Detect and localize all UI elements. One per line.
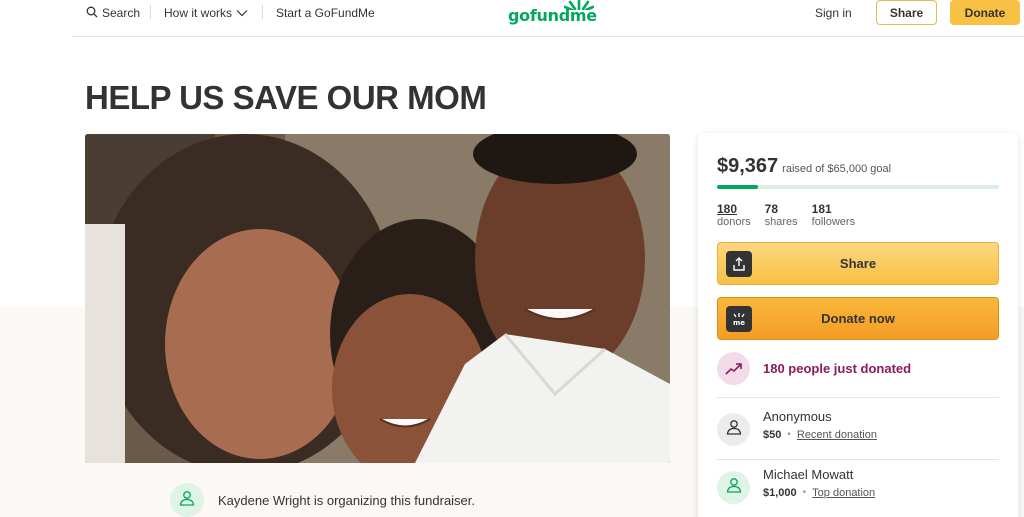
gofundme-me-icon: me — [726, 306, 752, 332]
donor-name: Anonymous — [763, 409, 832, 424]
donor-name: Michael Mowatt — [763, 467, 854, 482]
progress-bar — [717, 185, 999, 189]
bullet-separator: • — [787, 429, 791, 440]
stat-value: 181 — [811, 202, 832, 216]
stat-shares: 78 shares — [765, 202, 798, 229]
organizer-text: Kaydene Wright is organizing this fundra… — [218, 492, 476, 508]
campaign-title: HELP US SAVE OUR MOM — [85, 79, 487, 116]
organizer-avatar — [170, 483, 204, 517]
goal-text: raised of $65,000 goal — [782, 163, 892, 175]
donation-item: Michael Mowatt $1,000 • Top donation — [717, 466, 875, 504]
raised-summary: $9,367 raised of $65,000 goal — [717, 155, 891, 178]
divider — [717, 459, 999, 460]
donation-item: Anonymous $50 • Recent donation — [717, 408, 877, 446]
recent-donation-link[interactable]: Recent donation — [797, 425, 877, 445]
donate-now-label: Donate now — [821, 311, 895, 326]
user-heart-icon — [725, 476, 743, 499]
share-upload-icon — [726, 251, 752, 277]
donor-avatar — [717, 471, 750, 504]
donation-amount: $50 — [763, 429, 782, 441]
svg-text:me: me — [733, 319, 745, 326]
share-button-label: Share — [839, 256, 877, 271]
start-gofundme-link[interactable]: Start a GoFundMe — [276, 5, 375, 21]
sign-in-link[interactable]: Sign in — [815, 5, 852, 21]
donate-now-button[interactable]: me Donate now — [717, 297, 999, 340]
stat-label: shares — [764, 216, 798, 228]
stat-label: followers — [811, 216, 856, 228]
user-heart-icon — [725, 418, 743, 441]
campaign-photo-illustration — [85, 134, 670, 463]
user-heart-icon — [178, 489, 196, 512]
divider — [717, 397, 999, 398]
nav-separator — [150, 5, 151, 19]
progress-bar-fill — [717, 185, 758, 189]
raised-amount: $9,367 — [717, 155, 779, 177]
nav-separator — [262, 5, 263, 19]
search-icon — [86, 6, 98, 21]
share-button[interactable]: Share — [717, 242, 999, 285]
how-it-works-menu[interactable]: How it works — [164, 5, 248, 21]
stat-value: 78 — [764, 202, 778, 216]
donor-avatar — [717, 413, 750, 446]
header-donate-button[interactable]: Donate — [950, 0, 1020, 25]
organizer-row: Kaydene Wright is organizing this fundra… — [170, 483, 475, 517]
bullet-separator: • — [802, 487, 807, 498]
chevron-down-icon — [236, 6, 248, 20]
donation-sidebar-card: $9,367 raised of $65,000 goal 180 donors… — [698, 133, 1018, 517]
campaign-stats: 180 donors 78 shares 181 followers — [717, 202, 855, 229]
donation-amount: $1,000 — [763, 487, 797, 499]
trend-text: 180 people just donated — [763, 361, 912, 376]
header-divider — [72, 36, 1024, 37]
gofundme-logo[interactable]: gofundme — [508, 0, 600, 28]
top-navigation-bar: Search How it works Start a GoFundMe gof… — [0, 0, 1024, 37]
campaign-photo[interactable] — [85, 134, 670, 463]
how-it-works-label: How it works — [164, 6, 233, 20]
stat-followers: 181 followers — [812, 202, 855, 229]
recent-donations-trend: 180 people just donated — [717, 352, 911, 385]
stat-donors[interactable]: 180 donors — [717, 202, 751, 229]
header-share-button[interactable]: Share — [876, 0, 937, 25]
search-label: Search — [102, 6, 141, 20]
stat-label: donors — [717, 216, 751, 228]
top-donation-link[interactable]: Top donation — [812, 483, 875, 503]
stat-value[interactable]: 180 — [717, 202, 751, 216]
search-link[interactable]: Search — [86, 5, 140, 21]
trending-up-icon — [717, 352, 750, 385]
logo-text: gofundme — [508, 6, 597, 25]
